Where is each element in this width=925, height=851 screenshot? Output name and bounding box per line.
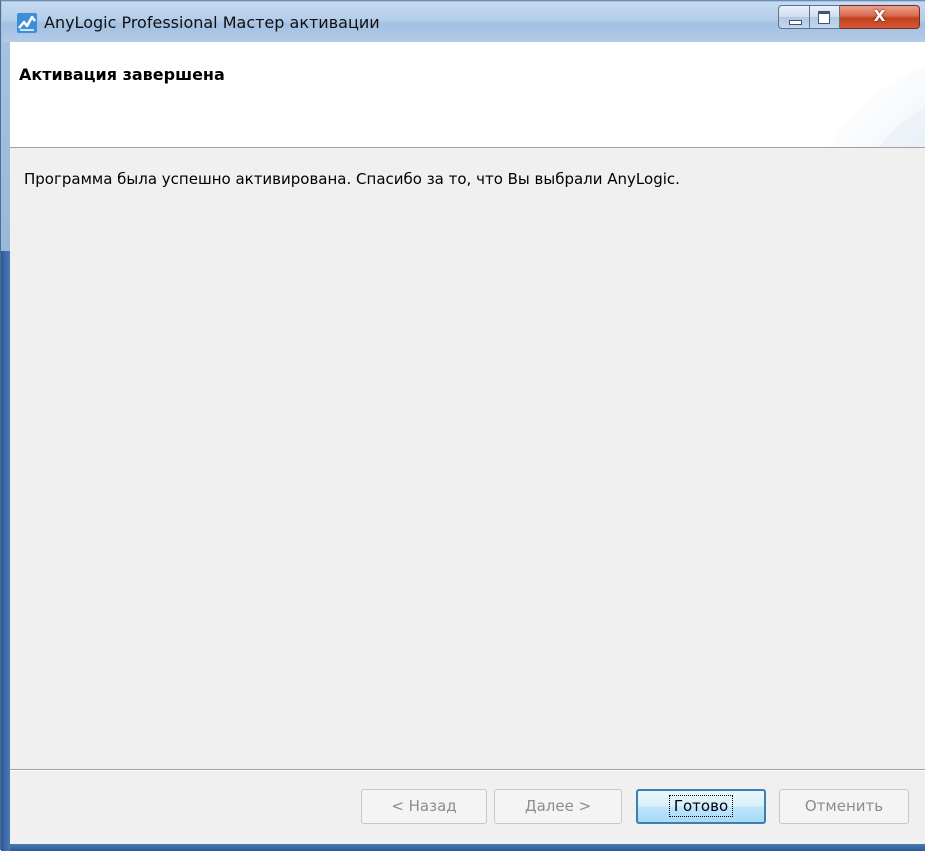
maximize-icon[interactable] [810, 5, 840, 29]
anylogic-logo-icon [17, 13, 37, 33]
finish-button[interactable]: Готово [636, 789, 766, 824]
button-area-divider [10, 769, 925, 771]
next-button[interactable]: Далее > [494, 789, 622, 824]
cancel-button[interactable]: Отменить [779, 789, 909, 824]
title-bar[interactable]: AnyLogic Professional Мастер активации X [2, 2, 925, 42]
close-icon[interactable]: X [840, 5, 920, 29]
window-controls: X [778, 5, 920, 29]
window-title: AnyLogic Professional Мастер активации [44, 13, 380, 32]
back-button[interactable]: < Назад [361, 789, 487, 824]
header-decoration-icon [828, 65, 925, 147]
wizard-client-area: Активация завершена Программа была успеш… [10, 42, 925, 844]
activation-success-message: Программа была успешно активирована. Спа… [24, 170, 680, 188]
minimize-icon[interactable] [778, 5, 810, 29]
wizard-header: Активация завершена [10, 42, 925, 148]
close-glyph: X [873, 7, 886, 25]
activation-wizard-window: AnyLogic Professional Мастер активации X… [0, 0, 925, 851]
page-title: Активация завершена [19, 65, 225, 84]
finish-button-label: Готово [668, 795, 734, 817]
